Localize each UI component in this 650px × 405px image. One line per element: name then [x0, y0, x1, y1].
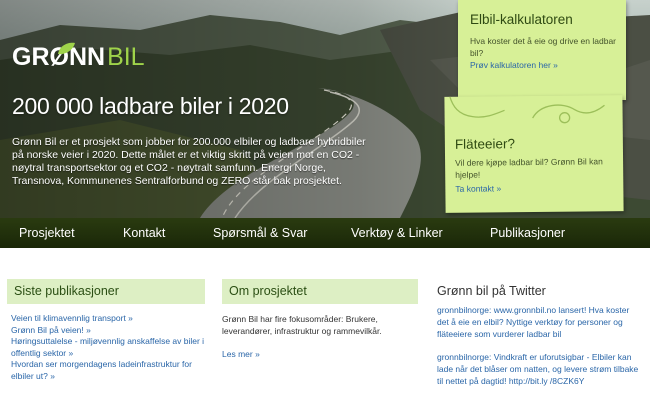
- publications-list: Veien til klimavennlig transport » Grønn…: [11, 313, 211, 382]
- fleet-owner-note-title: Fläteeier?: [454, 136, 516, 152]
- gronn-bil-logo[interactable]: GRØNNBIL: [12, 42, 145, 72]
- list-item: Veien til klimavennlig transport »: [11, 313, 211, 325]
- nav-item-publications[interactable]: Publikasjoner: [490, 218, 565, 248]
- publication-link[interactable]: Veien til klimavennlig transport »: [11, 313, 133, 323]
- list-item: Høringsuttalelse - miljøvennlig anskaffe…: [11, 336, 211, 359]
- calculator-note-text: Hva koster det å eie og drive en ladbar …: [470, 36, 617, 58]
- tweet-item[interactable]: gronnbilnorge: www.gronnbil.no lansert! …: [437, 304, 642, 340]
- list-item: Hvordan ser morgendagens ladeinfrastrukt…: [11, 359, 211, 382]
- leaf-icon: [58, 42, 75, 55]
- hero-headline: 200 000 ladbare biler i 2020: [12, 93, 289, 119]
- list-item: Grønn Bil på veien! »: [11, 325, 211, 337]
- tweet-item[interactable]: gronnbilnorge: Vindkraft er uforutsigbar…: [437, 351, 642, 387]
- contact-link[interactable]: Ta kontakt »: [455, 183, 501, 193]
- calculator-note: Elbil-kalkulatoren Hva koster det å eie …: [458, 0, 626, 100]
- nav-item-faq[interactable]: Spørsmål & Svar: [213, 218, 307, 248]
- car-plug-doodle-icon: [448, 95, 605, 124]
- nav-item-prosjektet[interactable]: Prosjektet: [19, 218, 75, 248]
- calculator-link[interactable]: Prøv kalkulatoren her »: [470, 60, 558, 70]
- publication-link[interactable]: Grønn Bil på veien! »: [11, 325, 91, 335]
- publications-heading: Siste publikasjoner: [7, 279, 205, 304]
- calculator-note-title: Elbil-kalkulatoren: [470, 12, 573, 27]
- about-text: Grønn Bil har fire fokusområder: Brukere…: [222, 314, 382, 336]
- hero-banner: GRØNNBIL 200 000 ladbare biler i 2020 Gr…: [0, 0, 650, 218]
- read-more-link[interactable]: Les mer »: [222, 349, 260, 359]
- hero-intro-text: Grønn Bil er et prosjekt som jobber for …: [12, 136, 366, 187]
- publication-link[interactable]: Hvordan ser morgendagens ladeinfrastrukt…: [11, 359, 192, 381]
- logo-accent-text: BIL: [107, 43, 145, 71]
- fleet-owner-note: Fläteeier? Vil dere kjøpe ladbar bil? Gr…: [444, 95, 624, 213]
- fleet-owner-note-text: Vil dere kjøpe ladbar bil? Grønn Bil kan…: [455, 156, 603, 180]
- nav-item-kontakt[interactable]: Kontakt: [123, 218, 165, 248]
- about-heading: Om prosjektet: [222, 279, 418, 304]
- publication-link[interactable]: Høringsuttalelse - miljøvennlig anskaffe…: [11, 336, 204, 358]
- nav-item-tools-links[interactable]: Verktøy & Linker: [351, 218, 443, 248]
- twitter-heading: Grønn bil på Twitter: [437, 284, 546, 298]
- main-nav: Prosjektet Kontakt Spørsmål & Svar Verkt…: [0, 218, 650, 248]
